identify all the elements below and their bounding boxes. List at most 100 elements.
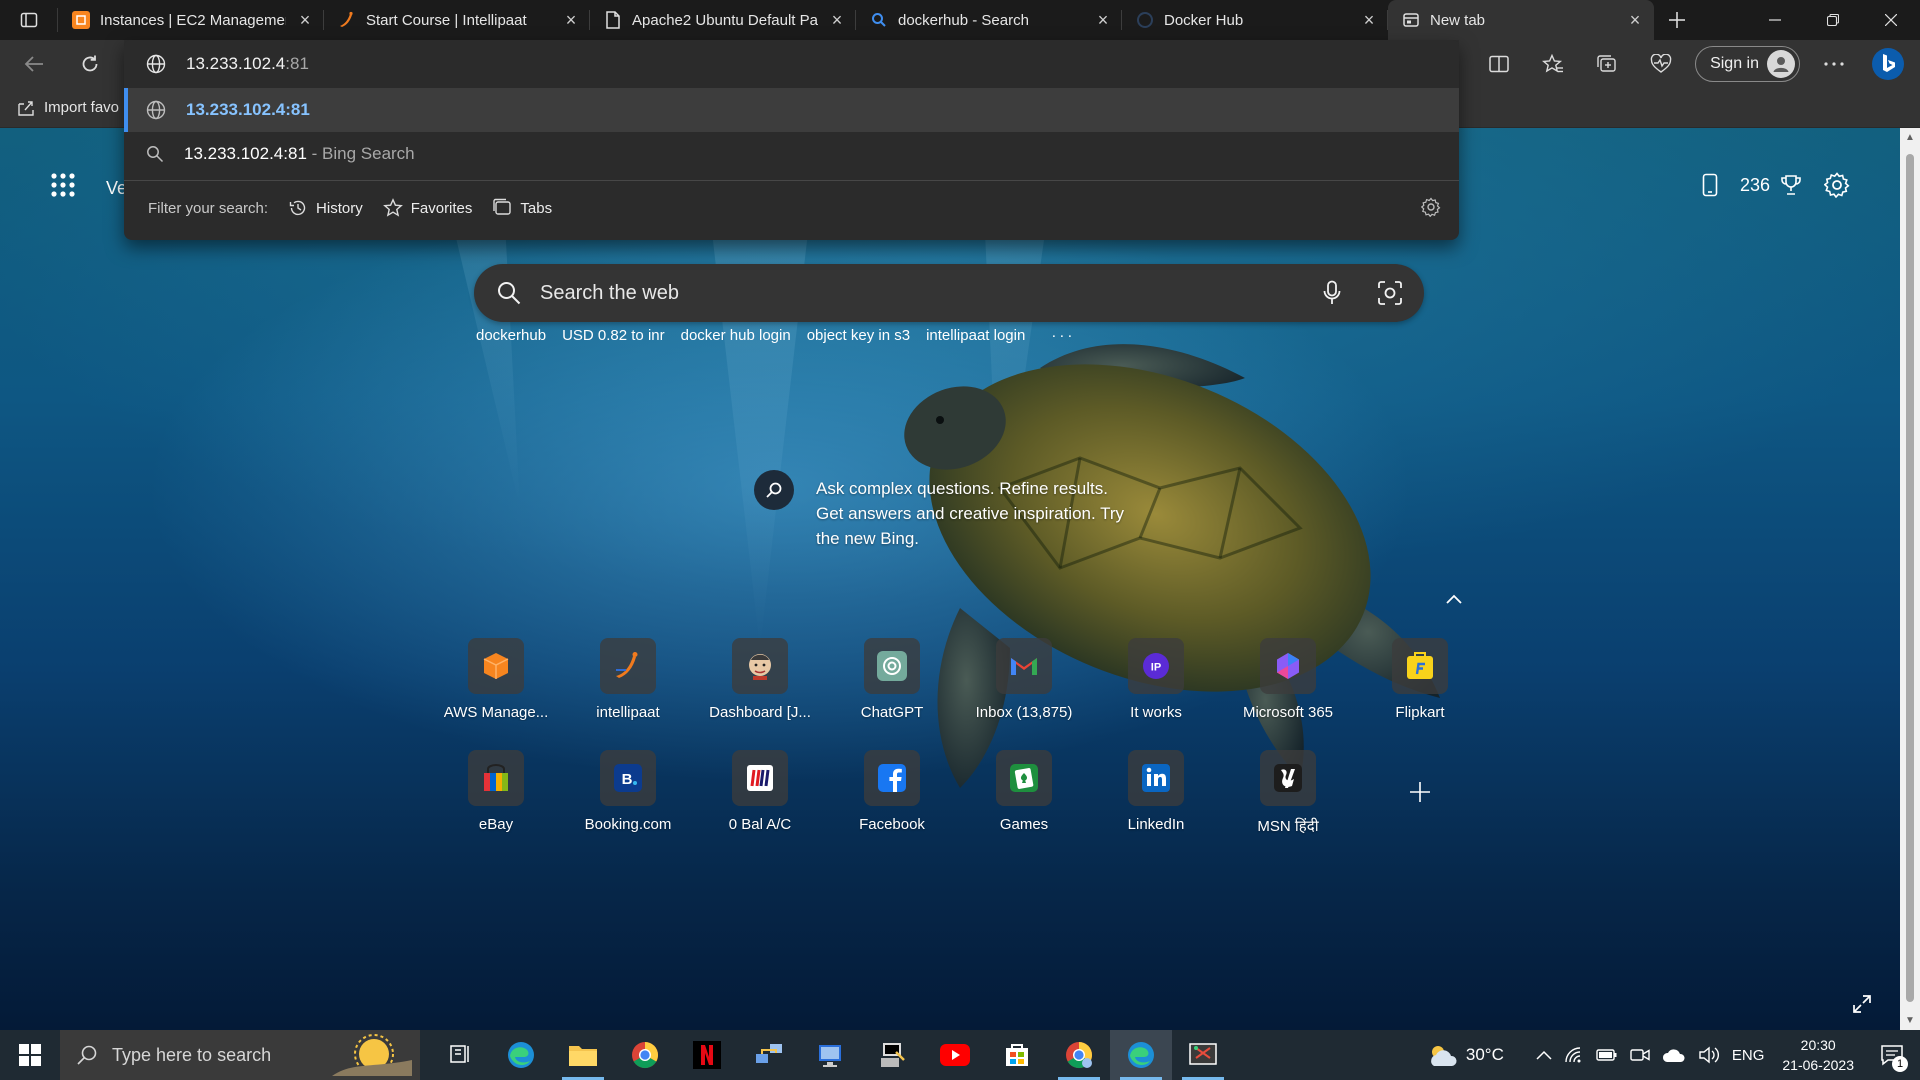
search-settings-button[interactable]: [1421, 197, 1441, 217]
split-screen-button[interactable]: [1479, 44, 1519, 84]
visual-search-button[interactable]: [1370, 273, 1410, 313]
scroll-down-icon[interactable]: ▼: [1905, 1015, 1915, 1026]
suggestion-search[interactable]: 13.233.102.4:81 - Bing Search: [124, 132, 1459, 176]
filter-favorites[interactable]: Favorites: [382, 198, 472, 218]
close-icon[interactable]: ×: [1626, 10, 1644, 30]
taskbar-edge[interactable]: [490, 1030, 552, 1080]
tab-new-tab[interactable]: New tab ×: [1388, 0, 1654, 40]
quick-link-aws[interactable]: AWS Manage...: [430, 638, 562, 750]
page-settings-button[interactable]: [1824, 172, 1850, 198]
sign-in-button[interactable]: Sign in: [1695, 46, 1800, 82]
bing-chat-button[interactable]: [1868, 44, 1908, 84]
quick-link-booking[interactable]: B Booking.com: [562, 750, 694, 862]
voice-search-button[interactable]: [1312, 273, 1352, 313]
suggestion-url[interactable]: 13.233.102.4:81: [124, 88, 1459, 132]
trending-link[interactable]: intellipaat login: [926, 327, 1025, 344]
quick-link-bank[interactable]: 0 Bal A/C: [694, 750, 826, 862]
quick-link-ebay[interactable]: eBay: [430, 750, 562, 862]
filter-history[interactable]: History: [288, 198, 363, 218]
trending-link[interactable]: USD 0.82 to inr: [562, 327, 665, 344]
add-quick-link-button[interactable]: [1354, 750, 1486, 862]
restore-button[interactable]: [1804, 0, 1862, 40]
show-hidden-icons-button[interactable]: [1536, 1050, 1552, 1060]
taskbar-search-box[interactable]: Type here to search: [60, 1030, 420, 1080]
quick-link-intellipaat[interactable]: intellipaat: [562, 638, 694, 750]
fullscreen-button[interactable]: [1852, 994, 1872, 1014]
quick-link-it-works[interactable]: IP It works: [1090, 638, 1222, 750]
close-icon[interactable]: ×: [296, 10, 314, 30]
page-scrollbar[interactable]: ▲ ▼: [1900, 128, 1920, 1030]
taskbar-remote-desktop[interactable]: [800, 1030, 862, 1080]
rewards-button[interactable]: 236: [1740, 174, 1802, 196]
network-status[interactable]: [1564, 1046, 1584, 1064]
taskbar-netflix[interactable]: [676, 1030, 738, 1080]
weather-widget[interactable]: 30°C: [1426, 1042, 1504, 1068]
quick-link-games[interactable]: Games: [958, 750, 1090, 862]
taskbar-chrome-profile[interactable]: [1048, 1030, 1110, 1080]
bing-promo-text: Ask complex questions. Refine results. G…: [816, 479, 1125, 548]
taskbar-youtube[interactable]: [924, 1030, 986, 1080]
quick-link-linkedin[interactable]: LinkedIn: [1090, 750, 1222, 862]
trending-link[interactable]: object key in s3: [807, 327, 910, 344]
search-icon: [870, 11, 888, 29]
close-icon[interactable]: ×: [562, 10, 580, 30]
task-view-button[interactable]: [428, 1030, 490, 1080]
taskbar-edge-active[interactable]: [1110, 1030, 1172, 1080]
quick-link-gmail[interactable]: Inbox (13,875): [958, 638, 1090, 750]
back-button[interactable]: [14, 44, 54, 84]
battery-status[interactable]: [1596, 1048, 1618, 1062]
close-icon[interactable]: ×: [1094, 10, 1112, 30]
quick-link-flipkart[interactable]: Flipkart: [1354, 638, 1486, 750]
trending-link[interactable]: docker hub login: [681, 327, 791, 344]
close-icon[interactable]: ×: [828, 10, 846, 30]
address-bar-input[interactable]: 13.233.102.4:81: [124, 40, 1459, 88]
avatar: [1767, 50, 1795, 78]
quick-link-msn-hindi[interactable]: MSN हिंदी: [1222, 750, 1354, 862]
web-search-box[interactable]: Search the web: [474, 264, 1424, 322]
scrollbar-thumb[interactable]: [1906, 154, 1914, 1002]
bing-promo[interactable]: Ask complex questions. Refine results. G…: [754, 470, 1136, 551]
onedrive-status[interactable]: [1662, 1047, 1686, 1063]
taskbar-chrome[interactable]: [614, 1030, 676, 1080]
quick-link-microsoft365[interactable]: Microsoft 365: [1222, 638, 1354, 750]
taskbar-network-tool[interactable]: [738, 1030, 800, 1080]
browser-essentials-button[interactable]: [1641, 44, 1681, 84]
quick-link-chatgpt[interactable]: ChatGPT: [826, 638, 958, 750]
tab-intellipaat[interactable]: Start Course | Intellipaat ×: [324, 0, 590, 40]
filter-tabs[interactable]: Tabs: [492, 198, 552, 218]
filter-label: Filter your search:: [148, 199, 269, 217]
collections-button[interactable]: [1587, 44, 1627, 84]
more-trending-button[interactable]: ···: [1051, 327, 1075, 344]
minimize-button[interactable]: [1746, 0, 1804, 40]
clock[interactable]: 20:30 21-06-2023: [1782, 1035, 1854, 1075]
refresh-button[interactable]: [70, 44, 110, 84]
quick-link-jenkins[interactable]: Dashboard [J...: [694, 638, 826, 750]
close-window-button[interactable]: [1862, 0, 1920, 40]
address-bar-dropdown: 13.233.102.4:81 13.233.102.4:81 13.233.1…: [124, 40, 1459, 240]
quick-link-facebook[interactable]: Facebook: [826, 750, 958, 862]
meet-now-button[interactable]: [1630, 1047, 1650, 1063]
favorites-button[interactable]: [1533, 44, 1573, 84]
input-language[interactable]: ENG: [1732, 1047, 1765, 1064]
tab-docker-hub[interactable]: Docker Hub ×: [1122, 0, 1388, 40]
tab-apache[interactable]: Apache2 Ubuntu Default Page ×: [590, 0, 856, 40]
trending-link[interactable]: dockerhub: [476, 327, 546, 344]
collapse-tiles-button[interactable]: [1446, 594, 1462, 604]
action-center-button[interactable]: 1: [1872, 1044, 1912, 1072]
tab-actions-button[interactable]: [0, 8, 58, 32]
close-icon[interactable]: ×: [1360, 10, 1378, 30]
taskbar-store[interactable]: [986, 1030, 1048, 1080]
taskbar-snipping-tool[interactable]: [1172, 1030, 1234, 1080]
taskbar-putty[interactable]: [862, 1030, 924, 1080]
tab-ec2[interactable]: Instances | EC2 Management ×: [58, 0, 324, 40]
new-tab-button[interactable]: [1654, 0, 1700, 40]
tab-dockerhub-search[interactable]: dockerhub - Search ×: [856, 0, 1122, 40]
start-button[interactable]: [0, 1030, 60, 1080]
volume-control[interactable]: [1698, 1046, 1720, 1064]
mobile-button[interactable]: [1702, 173, 1718, 197]
import-favorites-link[interactable]: Import favo: [44, 99, 119, 116]
taskbar-file-explorer[interactable]: [552, 1030, 614, 1080]
apps-launcher-button[interactable]: [50, 172, 76, 198]
scroll-up-icon[interactable]: ▲: [1905, 132, 1915, 143]
more-options-button[interactable]: [1814, 44, 1854, 84]
